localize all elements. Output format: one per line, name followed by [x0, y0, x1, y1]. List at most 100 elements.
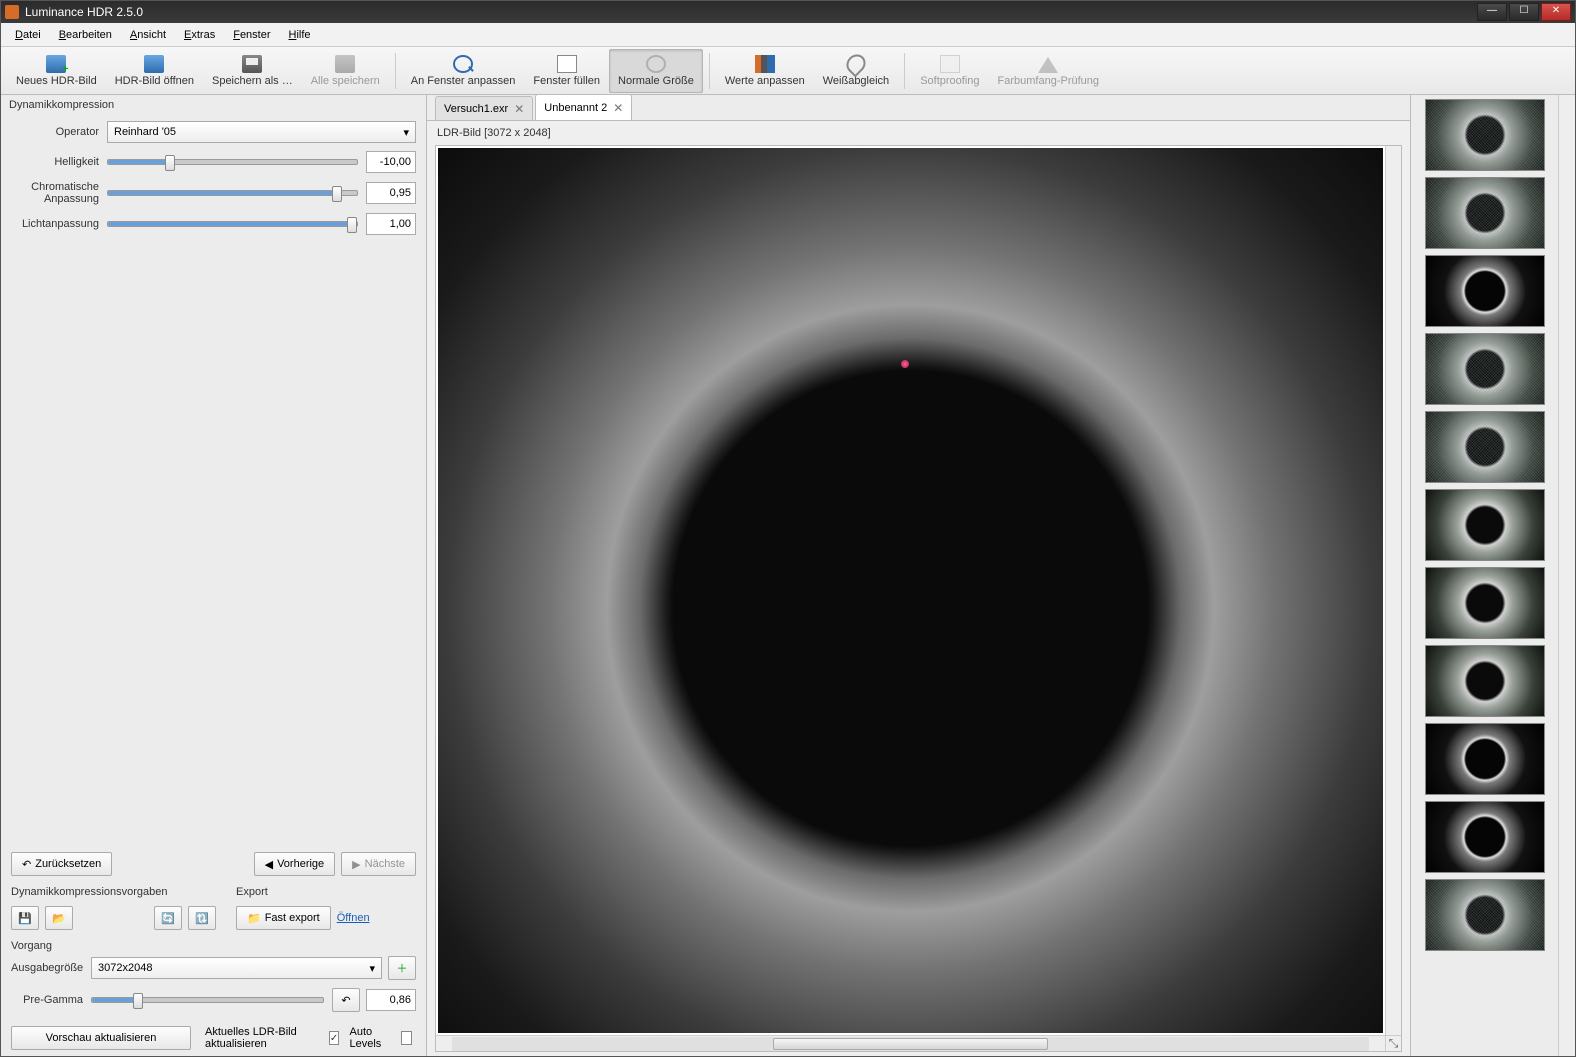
- thumbnail[interactable]: [1425, 879, 1545, 951]
- tb-save-as[interactable]: Speichern als …: [203, 49, 302, 93]
- white-balance-icon: [843, 50, 870, 77]
- menu-extras[interactable]: Extras: [176, 27, 223, 43]
- tb-normal-size[interactable]: Normale Größe: [609, 49, 703, 93]
- update-preview-button[interactable]: Vorschau aktualisieren: [11, 1026, 191, 1050]
- operator-label: Operator: [11, 126, 107, 138]
- arrow-left-icon: ◀: [265, 858, 273, 871]
- chromatic-value[interactable]: 0,95: [366, 182, 416, 204]
- preset-save-button[interactable]: 💾: [11, 906, 39, 930]
- update-ldr-label: Aktuelles LDR-Bild aktualisieren: [205, 1026, 319, 1050]
- tb-adjust-levels[interactable]: Werte anpassen: [716, 49, 814, 93]
- fill-window-icon: [557, 55, 577, 73]
- toolbar-separator: [904, 53, 905, 89]
- brightness-label: Helligkeit: [11, 156, 107, 168]
- autolevels-checkbox[interactable]: [401, 1031, 412, 1045]
- scrollbar-vertical[interactable]: [1385, 146, 1401, 1035]
- menu-datei[interactable]: Datei: [7, 27, 49, 43]
- tb-open-hdr[interactable]: HDR-Bild öffnen: [106, 49, 203, 93]
- levels-icon: [755, 55, 775, 73]
- presets-header: Dynamikkompressionsvorgaben: [1, 882, 226, 900]
- thumbnail[interactable]: [1425, 333, 1545, 405]
- reset-button[interactable]: ↶Zurücksetzen: [11, 852, 112, 876]
- thumbnail[interactable]: [1425, 567, 1545, 639]
- light-label: Lichtanpassung: [11, 218, 107, 230]
- pregamma-value[interactable]: 0,86: [366, 989, 416, 1011]
- arrow-right-icon: ▶: [352, 858, 360, 871]
- thumbnail[interactable]: [1425, 801, 1545, 873]
- menu-ansicht[interactable]: Ansicht: [122, 27, 174, 43]
- preset-reload-button[interactable]: 🔃: [188, 906, 216, 930]
- thumbnail[interactable]: [1425, 645, 1545, 717]
- brightness-slider[interactable]: [107, 159, 358, 165]
- scrollbar-horizontal[interactable]: [436, 1035, 1385, 1051]
- tb-white-balance[interactable]: Weißabgleich: [814, 49, 898, 93]
- close-icon[interactable]: ✕: [514, 102, 524, 116]
- tb-save-all[interactable]: Alle speichern: [302, 49, 389, 93]
- new-hdr-icon: [46, 55, 66, 73]
- prev-button[interactable]: ◀Vorherige: [254, 852, 336, 876]
- brightness-value[interactable]: -10,00: [366, 151, 416, 173]
- thumbnail[interactable]: [1425, 99, 1545, 171]
- operator-value: Reinhard '05: [114, 126, 176, 138]
- maximize-button[interactable]: ☐: [1509, 3, 1539, 21]
- outsize-value: 3072x2048: [98, 962, 152, 974]
- menu-hilfe[interactable]: Hilfe: [281, 27, 319, 43]
- pregamma-reset-button[interactable]: ↶: [332, 988, 360, 1012]
- undo-icon: ↶: [341, 994, 350, 1007]
- export-icon: 📁: [247, 912, 261, 925]
- toolbar-separator: [709, 53, 710, 89]
- chromatic-label: Chromatische Anpassung: [11, 181, 107, 205]
- tab-versuch1[interactable]: Versuch1.exr✕: [435, 96, 533, 120]
- resize-grip-icon[interactable]: ⤡: [1385, 1035, 1401, 1051]
- app-icon: [5, 5, 19, 19]
- save-icon: [242, 55, 262, 73]
- light-slider[interactable]: [107, 221, 358, 227]
- menu-fenster[interactable]: Fenster: [225, 27, 278, 43]
- undo-icon: ↶: [22, 858, 31, 871]
- open-link[interactable]: Öffnen: [337, 912, 370, 924]
- gamut-icon: [1038, 55, 1058, 73]
- thumbnail[interactable]: [1425, 177, 1545, 249]
- menu-bearbeiten[interactable]: Bearbeiten: [51, 27, 120, 43]
- tb-new-hdr[interactable]: Neues HDR-Bild: [7, 49, 106, 93]
- tb-fit-window[interactable]: An Fenster anpassen: [402, 49, 525, 93]
- next-button[interactable]: ▶Nächste: [341, 852, 416, 876]
- left-panel: Dynamikkompression Operator Reinhard '05…: [1, 95, 427, 1056]
- update-ldr-checkbox[interactable]: [329, 1031, 340, 1045]
- image-canvas[interactable]: ⤡: [435, 145, 1402, 1052]
- document-tabs: Versuch1.exr✕ Unbenannt 2✕: [427, 95, 1410, 121]
- menu-bar: Datei Bearbeiten Ansicht Extras Fenster …: [1, 23, 1575, 47]
- thumbnail[interactable]: [1425, 489, 1545, 561]
- operator-select[interactable]: Reinhard '05 ▾: [107, 121, 416, 143]
- thumbnail[interactable]: [1425, 255, 1545, 327]
- thumbnail[interactable]: [1425, 411, 1545, 483]
- pregamma-slider[interactable]: [91, 997, 324, 1003]
- tb-gamut-check[interactable]: Farbumfang-Prüfung: [989, 49, 1109, 93]
- light-value[interactable]: 1,00: [366, 213, 416, 235]
- reload-icon: 🔃: [195, 912, 209, 925]
- outsize-select[interactable]: 3072x2048 ▾: [91, 957, 382, 979]
- scrollbar-vertical[interactable]: [1558, 95, 1575, 1056]
- zoom-fit-icon: [453, 55, 473, 73]
- chromatic-slider[interactable]: [107, 190, 358, 196]
- open-hdr-icon: [144, 55, 164, 73]
- tab-unbenannt2[interactable]: Unbenannt 2✕: [535, 94, 632, 120]
- main-body: Dynamikkompression Operator Reinhard '05…: [1, 95, 1575, 1056]
- main-toolbar: Neues HDR-Bild HDR-Bild öffnen Speichern…: [1, 47, 1575, 95]
- add-size-button[interactable]: ＋: [388, 956, 416, 980]
- close-icon[interactable]: ✕: [613, 101, 623, 115]
- minimize-button[interactable]: —: [1477, 3, 1507, 21]
- titlebar: Luminance HDR 2.5.0 — ☐ ✕: [1, 1, 1575, 23]
- folder-icon: 📂: [52, 912, 66, 925]
- preset-refresh-button[interactable]: 🔄: [154, 906, 182, 930]
- fast-export-button[interactable]: 📁Fast export: [236, 906, 331, 930]
- preset-open-button[interactable]: 📂: [45, 906, 73, 930]
- thumbnail[interactable]: [1425, 723, 1545, 795]
- zoom-100-icon: [646, 55, 666, 73]
- save-all-icon: [335, 55, 355, 73]
- tb-softproofing[interactable]: Softproofing: [911, 49, 988, 93]
- tb-fill-window[interactable]: Fenster füllen: [524, 49, 609, 93]
- save-icon: 💾: [18, 912, 32, 925]
- pregamma-label: Pre-Gamma: [11, 994, 91, 1006]
- close-button[interactable]: ✕: [1541, 3, 1571, 21]
